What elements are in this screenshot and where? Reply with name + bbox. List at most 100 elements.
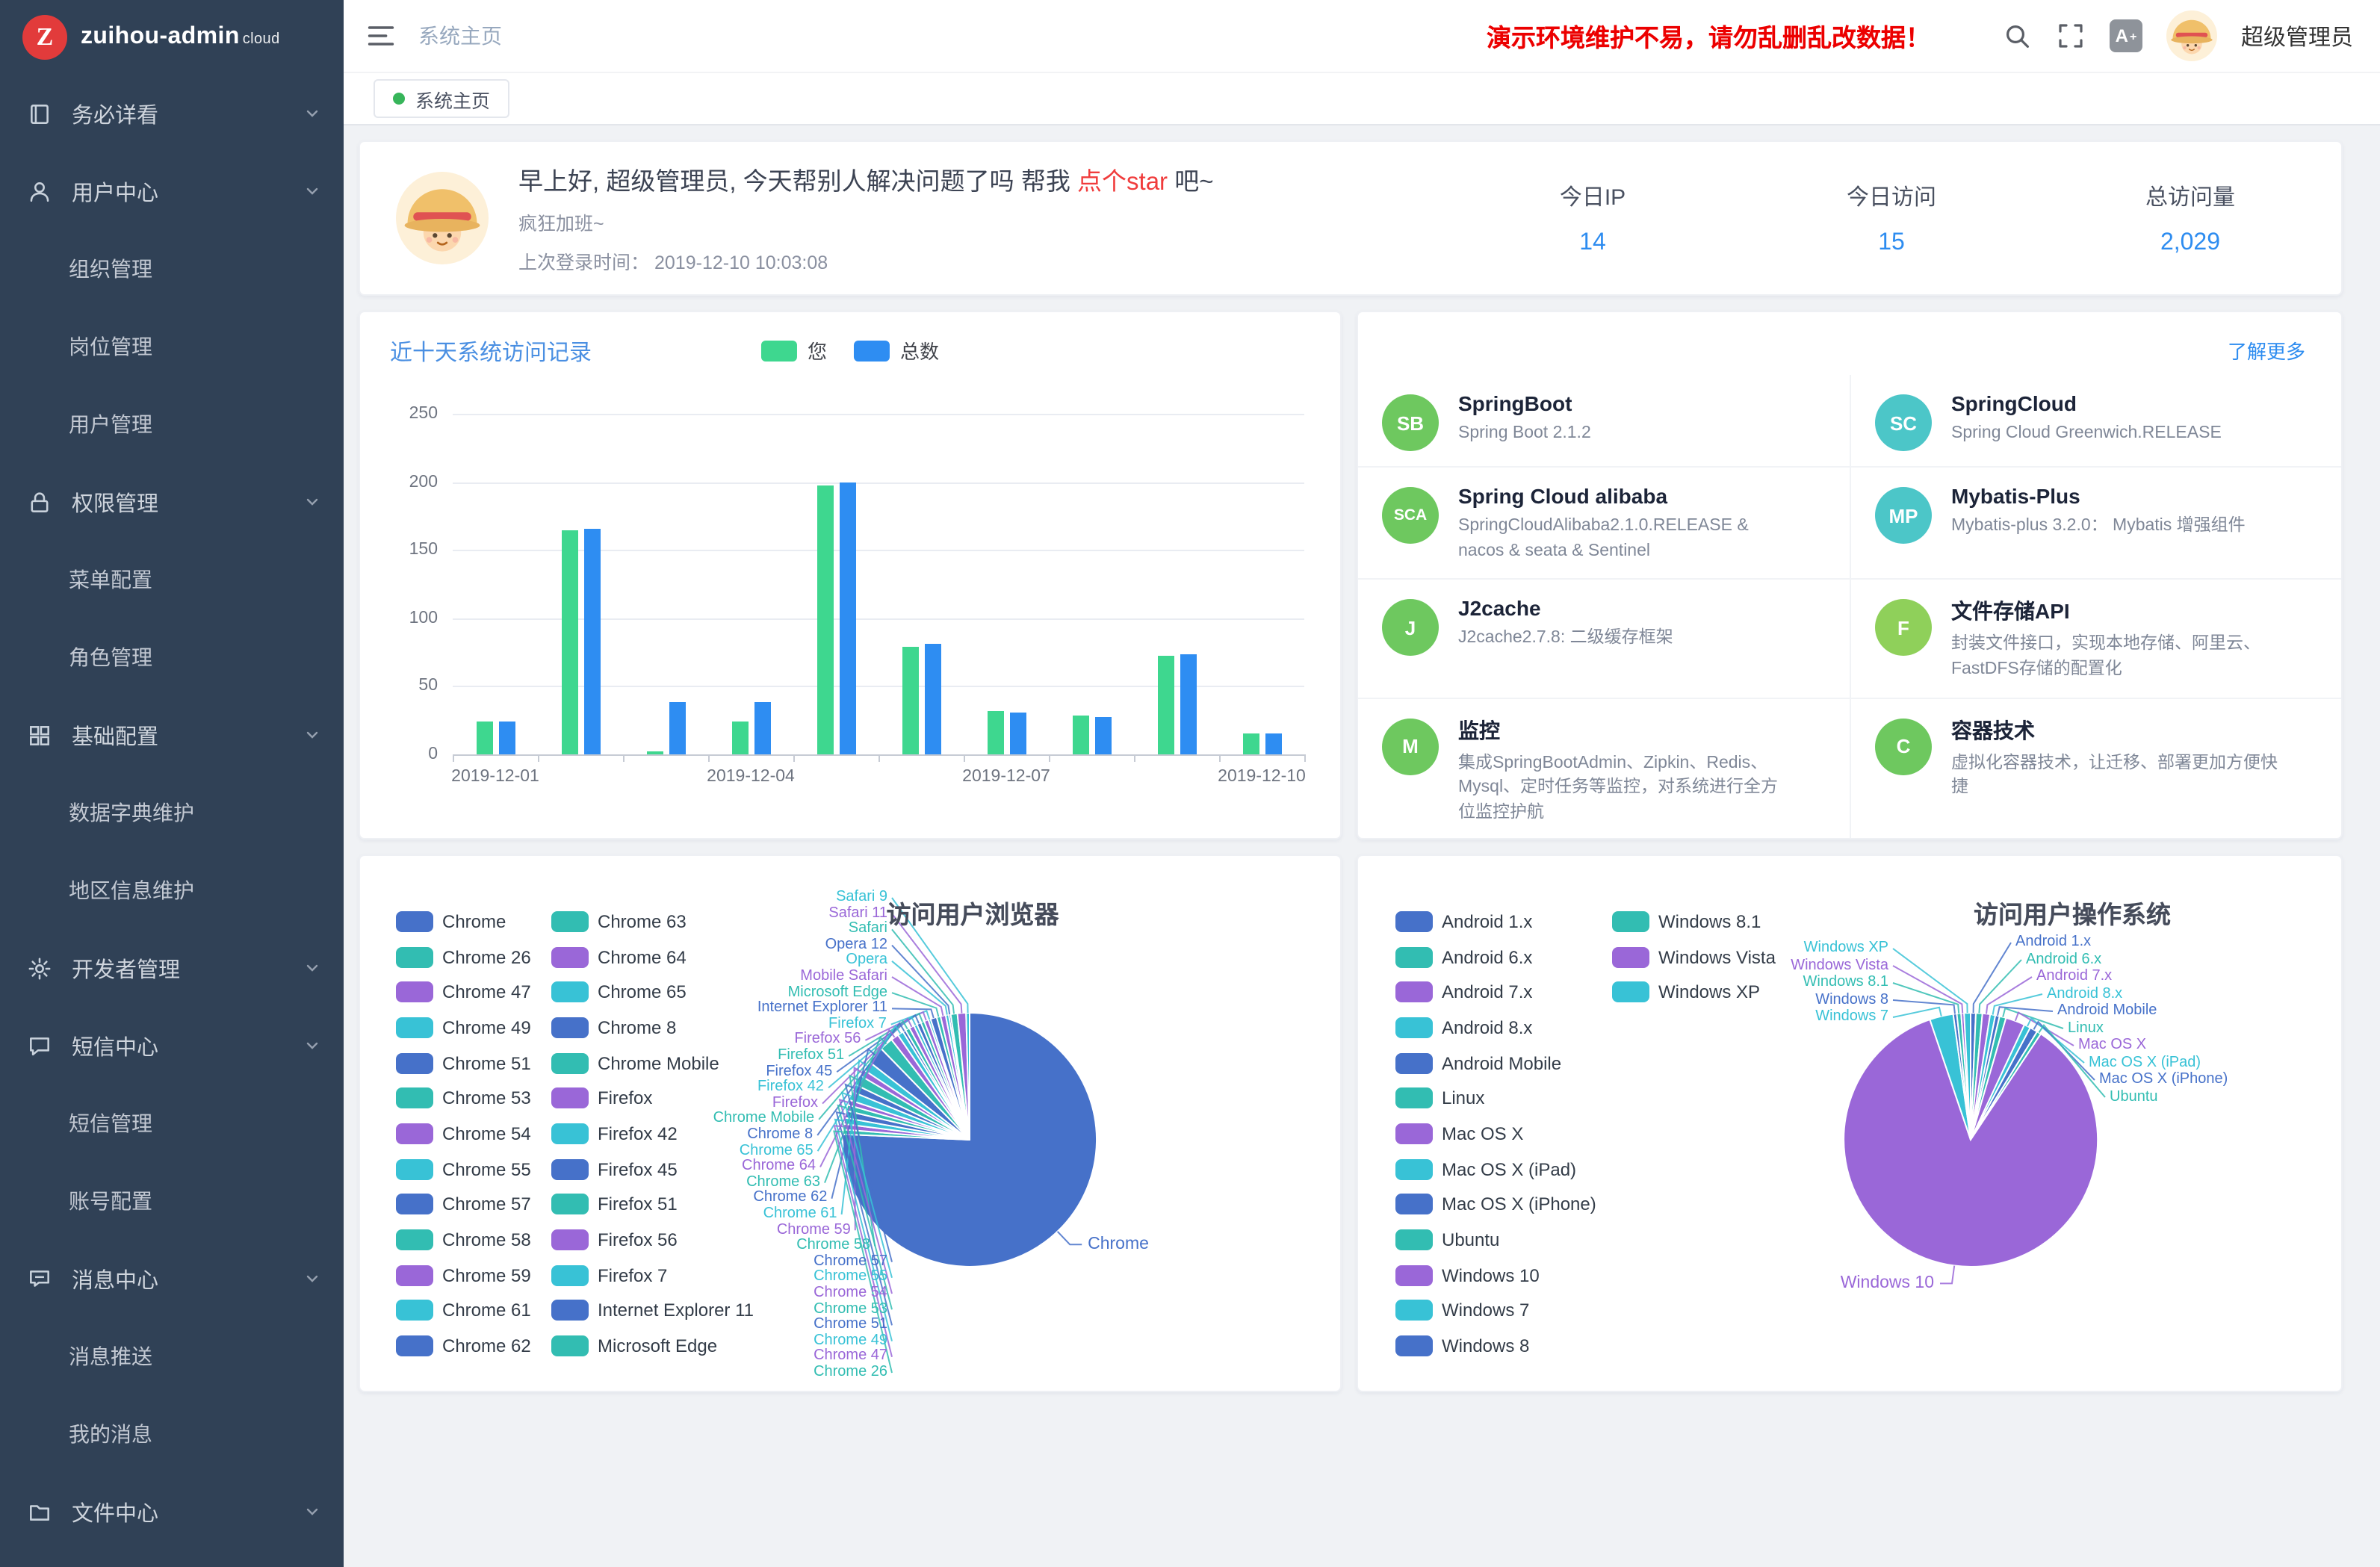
tech-item[interactable]: SCSpringCloudSpring Cloud Greenwich.RELE… xyxy=(1850,375,2341,466)
sidebar-subitem[interactable]: 组织管理 xyxy=(0,230,344,308)
sidebar-subitem[interactable]: 消息推送 xyxy=(0,1318,344,1395)
legend-item[interactable]: Android 1.x xyxy=(1395,904,1612,939)
sidebar-item-label: 基础配置 xyxy=(72,719,305,751)
tech-item[interactable]: M监控集成SpringBootAdmin、Zipkin、Redis、Mysql、… xyxy=(1358,697,1850,840)
legend-item[interactable]: Mac OS X xyxy=(1395,1116,1612,1151)
tech-item[interactable]: C容器技术虚拟化容器技术，让迁移、部署更加方便快捷 xyxy=(1850,697,2341,840)
legend-item[interactable]: Chrome 55 xyxy=(396,1152,551,1187)
legend-item[interactable]: Android Mobile xyxy=(1395,1046,1612,1081)
legend-item[interactable]: Windows 8.1 xyxy=(1612,904,1776,939)
tech-badge-icon: SB xyxy=(1382,394,1439,451)
legend-item[interactable]: Chrome 63 xyxy=(551,904,754,939)
sidebar-item[interactable]: 短信中心 xyxy=(0,1007,344,1085)
sidebar-subitem[interactable]: 短信管理 xyxy=(0,1085,344,1162)
legend-item[interactable]: Windows 10 xyxy=(1395,1258,1612,1293)
breadcrumb[interactable]: 系统主页 xyxy=(418,21,502,51)
legend-item[interactable]: Chrome 54 xyxy=(396,1116,551,1151)
legend-item[interactable]: Chrome 62 xyxy=(396,1329,551,1364)
legend-item[interactable]: Windows 8 xyxy=(1395,1329,1612,1364)
sidebar-item-label: 消息中心 xyxy=(72,1263,305,1294)
legend-item[interactable]: Firefox xyxy=(551,1081,754,1116)
tech-item[interactable]: F文件存储API封装文件接口，实现本地存储、阿里云、FastDFS存储的配置化 xyxy=(1850,579,2341,698)
legend-item[interactable]: 您 xyxy=(761,336,827,364)
legend-item[interactable]: Chrome 53 xyxy=(396,1081,551,1116)
font-size-icon[interactable]: A+ xyxy=(2110,19,2142,52)
sidebar-item[interactable]: 基础配置 xyxy=(0,696,344,774)
sidebar-subitem[interactable]: 账号配置 xyxy=(0,1162,344,1240)
sidebar-subitem[interactable]: 岗位管理 xyxy=(0,308,344,385)
legend-item[interactable]: Chrome 49 xyxy=(396,1010,551,1045)
legend-item[interactable]: Chrome 8 xyxy=(551,1010,754,1045)
legend-item[interactable]: Android 7.x xyxy=(1395,975,1612,1010)
legend-item[interactable]: Chrome 59 xyxy=(396,1258,551,1293)
stat-total-visits: 总访问量 2,029 xyxy=(2078,180,2302,256)
legend-item[interactable]: 总数 xyxy=(854,336,939,364)
legend-label: Chrome 57 xyxy=(442,1194,531,1215)
star-link[interactable]: 点个star xyxy=(1077,169,1168,196)
legend-item[interactable]: Internet Explorer 11 xyxy=(551,1293,754,1328)
avatar[interactable] xyxy=(2166,10,2217,61)
legend-item[interactable]: Firefox 7 xyxy=(551,1258,754,1293)
sidebar-item[interactable]: 消息中心 xyxy=(0,1240,344,1318)
legend-item[interactable]: Mac OS X (iPhone) xyxy=(1395,1187,1612,1222)
legend-swatch xyxy=(396,946,433,967)
search-icon[interactable] xyxy=(2002,21,2032,51)
legend-label: Linux xyxy=(1442,1088,1484,1109)
legend-item[interactable]: Firefox 42 xyxy=(551,1116,754,1151)
sidebar-item[interactable]: 用户中心 xyxy=(0,152,344,230)
legend-item[interactable]: Chrome 65 xyxy=(551,975,754,1010)
sidebar-subitem[interactable]: 角色管理 xyxy=(0,618,344,696)
legend-item[interactable]: Firefox 51 xyxy=(551,1187,754,1222)
legend-item[interactable]: Chrome 58 xyxy=(396,1222,551,1257)
sidebar-item[interactable]: 权限管理 xyxy=(0,463,344,541)
legend-item[interactable]: Windows Vista xyxy=(1612,939,1776,974)
sidebar-item[interactable]: 务必详看 xyxy=(0,75,344,152)
legend-item[interactable]: Android 6.x xyxy=(1395,939,1612,974)
legend-item[interactable]: Firefox 56 xyxy=(551,1222,754,1257)
legend-item[interactable]: Chrome 51 xyxy=(396,1046,551,1081)
legend-item[interactable]: Chrome 61 xyxy=(396,1293,551,1328)
tech-item[interactable]: JJ2cacheJ2cache2.7.8: 二级缓存框架 xyxy=(1358,579,1850,698)
legend-item[interactable]: Windows 7 xyxy=(1395,1293,1612,1328)
tab-home[interactable]: 系统主页 xyxy=(374,79,509,118)
legend-item[interactable]: Chrome 64 xyxy=(551,939,754,974)
legend-item[interactable]: Chrome 57 xyxy=(396,1187,551,1222)
legend-item[interactable]: Chrome Mobile xyxy=(551,1046,754,1081)
tech-item[interactable]: SBSpringBootSpring Boot 2.1.2 xyxy=(1358,375,1850,466)
pie-label: Firefox 7 xyxy=(828,1017,887,1032)
legend-item[interactable]: Chrome 26 xyxy=(396,939,551,974)
legend-swatch xyxy=(1395,1158,1433,1179)
legend-swatch xyxy=(1612,911,1649,932)
sidebar-subitem[interactable]: 我的消息 xyxy=(0,1395,344,1473)
sidebar-item[interactable]: 开发者管理 xyxy=(0,929,344,1007)
legend-label: Android 1.x xyxy=(1442,911,1532,932)
sidebar-item[interactable]: 文件中心 xyxy=(0,1473,344,1551)
tech-item[interactable]: MPMybatis-PlusMybatis-plus 3.2.0： Mybati… xyxy=(1850,466,2341,579)
sidebar-subitem[interactable]: 地区信息维护 xyxy=(0,851,344,929)
pie-label: Firefox 56 xyxy=(794,1033,861,1048)
bar xyxy=(1180,655,1196,754)
username[interactable]: 超级管理员 xyxy=(2241,20,2353,52)
app-logo[interactable]: Z zuihou-admincloud xyxy=(0,0,344,75)
legend-item[interactable]: Windows XP xyxy=(1612,975,1776,1010)
learn-more-link[interactable]: 了解更多 xyxy=(2228,336,2305,364)
tech-item[interactable]: SCASpring Cloud alibabaSpringCloudAlibab… xyxy=(1358,466,1850,579)
sidebar-subitem[interactable]: 菜单配置 xyxy=(0,541,344,618)
legend-item[interactable]: Microsoft Edge xyxy=(551,1329,754,1364)
legend-item[interactable]: Mac OS X (iPad) xyxy=(1395,1152,1612,1187)
legend-item[interactable]: Android 8.x xyxy=(1395,1010,1612,1045)
legend-item[interactable]: Firefox 45 xyxy=(551,1152,754,1187)
x-axis-tick xyxy=(623,754,625,762)
legend-item[interactable]: Chrome xyxy=(396,904,551,939)
legend-item[interactable]: Linux xyxy=(1395,1081,1612,1116)
bar xyxy=(1265,734,1281,754)
sidebar-subitem[interactable]: 用户管理 xyxy=(0,385,344,463)
tab-active-dot-icon xyxy=(393,93,405,105)
collapse-sidebar-icon[interactable] xyxy=(365,19,397,52)
pie-label: Ubuntu xyxy=(2110,1090,2158,1105)
sidebar-subitem[interactable]: 数据字典维护 xyxy=(0,774,344,851)
fullscreen-icon[interactable] xyxy=(2056,21,2086,51)
legend-item[interactable]: Chrome 47 xyxy=(396,975,551,1010)
main-content: 早上好, 超级管理员, 今天帮别人解决问题了吗 帮我 点个star 吧~ 疯狂加… xyxy=(344,125,2380,1567)
legend-item[interactable]: Ubuntu xyxy=(1395,1222,1612,1257)
